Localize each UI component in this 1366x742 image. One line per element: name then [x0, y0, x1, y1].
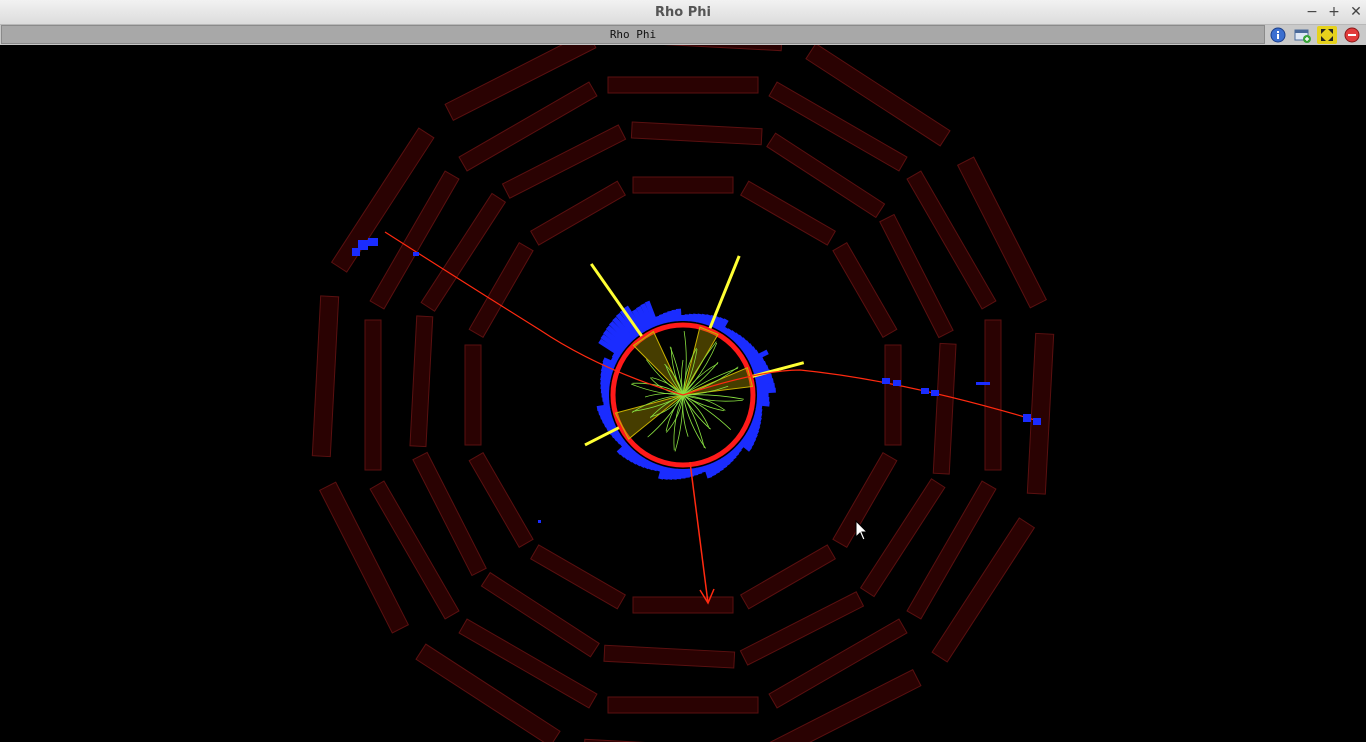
- hcal-tower: [756, 400, 770, 407]
- add-view-icon: [1294, 29, 1311, 43]
- muon-chamber-module: [607, 696, 759, 714]
- maximize-view-icon: [1321, 29, 1333, 41]
- hcal-tower: [688, 313, 694, 322]
- muon-hit: [538, 520, 541, 523]
- muon-chamber-module: [364, 319, 382, 471]
- hcal-tower: [598, 407, 612, 416]
- hcal-tower: [754, 407, 763, 415]
- muon-chamber-module: [464, 344, 482, 446]
- window-title: Rho Phi: [655, 5, 711, 20]
- muon-chamber-module: [632, 176, 734, 194]
- hcal-tower: [671, 468, 678, 480]
- hcal-tower: [755, 378, 774, 386]
- muon-hit: [931, 390, 939, 396]
- muon-hit: [976, 382, 990, 385]
- maximize-button[interactable]: +: [1325, 3, 1343, 21]
- hcal-tower: [671, 309, 678, 322]
- hcal-tower: [667, 467, 674, 480]
- hcal-tower: [699, 465, 707, 473]
- info-icon: [1270, 27, 1286, 43]
- view-toolbar: Rho Phi: [0, 25, 1366, 45]
- hcal-tower: [753, 411, 763, 419]
- muon-hit: [921, 388, 929, 394]
- hcal-tower: [695, 313, 703, 324]
- hcal-tower: [756, 382, 775, 390]
- hcal-tower: [692, 313, 699, 323]
- rho-phi-event-display[interactable]: [0, 23, 1366, 742]
- minimize-button[interactable]: −: [1303, 3, 1321, 21]
- hcal-tower: [600, 383, 610, 390]
- hcal-tower: [692, 467, 699, 476]
- hcal-tower: [655, 464, 663, 472]
- mouse-cursor-icon: [855, 520, 869, 541]
- muon-hit: [893, 380, 901, 386]
- hcal-tower: [600, 379, 611, 386]
- close-view-icon: [1344, 27, 1360, 43]
- muon-hit: [1023, 414, 1031, 422]
- info-button[interactable]: [1268, 26, 1288, 44]
- muon-hit: [358, 240, 368, 250]
- muon-hit: [1033, 418, 1041, 425]
- muon-chamber-module: [984, 319, 1002, 471]
- add-view-button[interactable]: [1292, 26, 1312, 44]
- event-display-canvas[interactable]: [0, 23, 1366, 742]
- muon-hit: [882, 378, 890, 384]
- hcal-tower: [658, 313, 667, 325]
- hcal-tower: [755, 404, 763, 410]
- close-view-button[interactable]: [1342, 26, 1362, 44]
- muon-chamber-module: [884, 344, 902, 446]
- close-button[interactable]: ✕: [1347, 3, 1365, 21]
- tab-rho-phi-label: Rho Phi: [609, 28, 657, 41]
- hcal-tower: [603, 400, 610, 406]
- window-titlebar: Rho Phi − + ✕: [0, 0, 1366, 25]
- tab-rho-phi[interactable]: Rho Phi: [1, 25, 1265, 44]
- muon-hit: [368, 238, 378, 246]
- hcal-tower: [596, 404, 611, 412]
- hcal-tower: [695, 466, 703, 475]
- hcal-tower: [675, 308, 682, 322]
- muon-chamber-module: [607, 76, 759, 94]
- hcal-tower: [600, 375, 612, 383]
- hcal-tower: [667, 310, 674, 323]
- hcal-tower: [756, 387, 776, 394]
- maximize-view-button[interactable]: [1317, 26, 1337, 44]
- hcal-tower: [676, 468, 682, 480]
- hcal-tower: [663, 312, 671, 324]
- hcal-tower: [756, 396, 770, 403]
- muon-hit: [413, 252, 419, 256]
- muon-chamber-module: [632, 596, 734, 614]
